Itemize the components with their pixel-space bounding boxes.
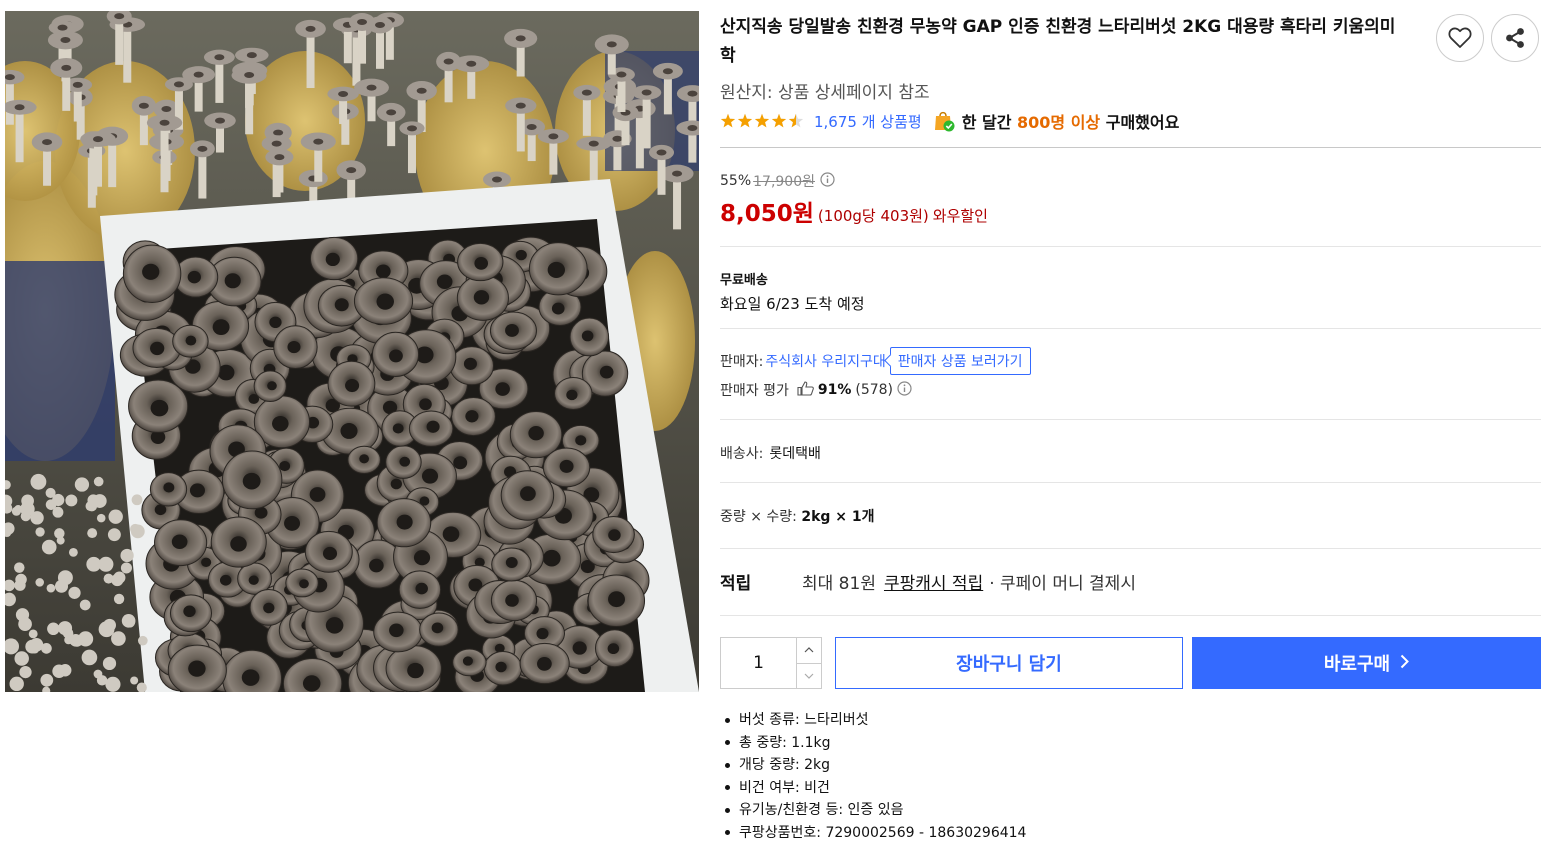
star-filled bbox=[771, 113, 787, 128]
seller-rating-label: 판매자 평가 bbox=[720, 383, 789, 399]
rating-stars[interactable] bbox=[720, 113, 808, 129]
price-row: 8,050원 (100g당 403원) 와우할인 bbox=[720, 194, 988, 228]
attribute-item: 비건 여부: 비건 bbox=[720, 777, 1026, 800]
seller-rating-row: 판매자 평가 91% (578) bbox=[720, 379, 912, 401]
bullet-icon bbox=[725, 762, 730, 768]
option-row: 중량 × 수량: 2kg × 1개 bbox=[720, 506, 875, 526]
info-icon[interactable] bbox=[820, 171, 835, 191]
courier-value: 롯데택배 bbox=[769, 446, 821, 462]
points-pay-note: · 쿠페이 머니 결제시 bbox=[989, 573, 1136, 594]
purchase-prefix: 한 달간 bbox=[961, 113, 1012, 132]
original-price: 17,900원 bbox=[753, 174, 815, 190]
courier-label: 배송사: bbox=[720, 446, 764, 462]
attribute-item: 총 중량: 1.1kg bbox=[720, 732, 1026, 755]
divider bbox=[720, 482, 1541, 483]
points-label: 적립 bbox=[720, 573, 752, 594]
arrival-date: 화요일 6/23 도착 예정 bbox=[720, 295, 865, 313]
unit-price: (100g당 403원) bbox=[817, 207, 929, 225]
seller-rating-count: (578) bbox=[855, 382, 894, 398]
attribute-item: 버섯 종류: 느타리버섯 bbox=[720, 709, 1026, 732]
divider bbox=[720, 419, 1541, 420]
quantity-decrease-button[interactable] bbox=[797, 662, 821, 689]
points-max: 최대 81원 bbox=[802, 573, 876, 594]
divider bbox=[720, 147, 1541, 148]
courier-row: 배송사: 롯데택배 bbox=[720, 443, 821, 463]
attribute-text: 유기농/친환경 등: 인증 있음 bbox=[739, 802, 904, 819]
seller-products-button[interactable]: 판매자 상품 보러가기 bbox=[889, 347, 1031, 375]
share-icon bbox=[1506, 28, 1524, 48]
points-row: 적립 최대 81원 쿠팡캐시 적립 · 쿠페이 머니 결제시 bbox=[720, 569, 1136, 594]
quantity-step-buttons bbox=[796, 638, 821, 688]
coupang-cash-link[interactable]: 쿠팡캐시 적립 bbox=[884, 569, 983, 594]
divider bbox=[720, 328, 1541, 329]
free-shipping-label: 무료배송 bbox=[720, 273, 768, 288]
rating-row: 1,675 개 상품평 한 달간 800명 이상 구매했어요 bbox=[720, 109, 1179, 133]
chevron-up-icon bbox=[804, 647, 814, 653]
shopping-bag-check-icon bbox=[932, 109, 956, 133]
attribute-item: 쿠팡상품번호: 7290002569 - 18630296414 bbox=[720, 822, 1026, 845]
seller-row: 판매자: 주식회사 우리지구대 판매자 상품 보러가기 bbox=[720, 347, 1031, 375]
quantity-input[interactable] bbox=[721, 638, 796, 688]
attribute-text: 총 중량: 1.1kg bbox=[739, 734, 831, 751]
bullet-icon bbox=[725, 785, 730, 791]
quantity-stepper bbox=[720, 637, 822, 689]
attribute-text: 버섯 종류: 느타리버섯 bbox=[739, 712, 869, 729]
attribute-text: 개당 중량: 2kg bbox=[739, 757, 831, 774]
divider bbox=[720, 615, 1541, 616]
info-icon[interactable] bbox=[897, 380, 912, 400]
attribute-item: 개당 중량: 2kg bbox=[720, 754, 1026, 777]
share-button[interactable] bbox=[1491, 14, 1539, 62]
divider bbox=[720, 548, 1541, 549]
wishlist-button[interactable] bbox=[1436, 14, 1484, 62]
product-attribute-list: 버섯 종류: 느타리버섯총 중량: 1.1kg 개당 중량: 2kg 비건 여부: … bbox=[720, 709, 1026, 844]
star-filled bbox=[720, 113, 736, 128]
purchase-suffix: 구매했어요 bbox=[1105, 113, 1180, 132]
sale-price: 8,050원 bbox=[720, 201, 814, 227]
bullet-icon bbox=[725, 717, 730, 723]
thumbs-up-icon bbox=[797, 380, 814, 400]
product-detail-panel: 산지직송 당일발송 친환경 무농약 GAP 인증 친환경 느타리버섯 2KG 대… bbox=[720, 0, 1541, 854]
purchase-count: 800명 이상 bbox=[1017, 113, 1101, 132]
black-oyster-mushroom-photo-icon bbox=[5, 11, 699, 692]
star-filled bbox=[737, 113, 753, 128]
product-image[interactable] bbox=[5, 11, 699, 692]
bullet-icon bbox=[725, 807, 730, 813]
attribute-text: 비건 여부: 비건 bbox=[739, 779, 830, 796]
quantity-increase-button[interactable] bbox=[797, 638, 821, 663]
heart-icon bbox=[1448, 27, 1472, 48]
chevron-right-icon bbox=[1400, 653, 1410, 674]
product-title: 산지직송 당일발송 친환경 무농약 GAP 인증 친환경 느타리버섯 2KG 대… bbox=[720, 17, 1396, 66]
buy-now-label: 바로구매 bbox=[1323, 654, 1391, 675]
option-value: 2kg × 1개 bbox=[801, 509, 875, 525]
purchase-count-text: 한 달간 800명 이상 구매했어요 bbox=[962, 109, 1180, 133]
seller-name-link[interactable]: 주식회사 우리지구대 bbox=[765, 351, 885, 371]
bullet-icon bbox=[725, 740, 730, 746]
attribute-text: 쿠팡상품번호: 7290002569 - 18630296414 bbox=[739, 824, 1027, 841]
bullet-icon bbox=[725, 830, 730, 836]
star-rating-icon bbox=[720, 113, 804, 128]
discount-rate: 55% bbox=[720, 173, 752, 189]
review-count-link[interactable]: 1,675 개 상품평 bbox=[814, 111, 922, 132]
seller-label: 판매자: bbox=[720, 354, 764, 370]
attribute-item: 유기농/친환경 등: 인증 있음 bbox=[720, 799, 1026, 822]
wow-discount-label: 와우할인 bbox=[932, 207, 988, 225]
seller-rating-percent: 91% bbox=[817, 382, 852, 398]
option-label: 중량 × 수량: bbox=[720, 509, 797, 525]
star-filled bbox=[754, 113, 770, 128]
discount-row: 55% 17,900원 bbox=[720, 171, 835, 191]
add-to-cart-button[interactable]: 장바구니 담기 bbox=[835, 637, 1183, 689]
divider bbox=[720, 246, 1541, 247]
buy-now-button[interactable]: 바로구매 bbox=[1192, 637, 1541, 689]
chevron-down-icon bbox=[804, 673, 814, 679]
origin-text: 원산지: 상품 상세페이지 참조 bbox=[720, 83, 930, 103]
